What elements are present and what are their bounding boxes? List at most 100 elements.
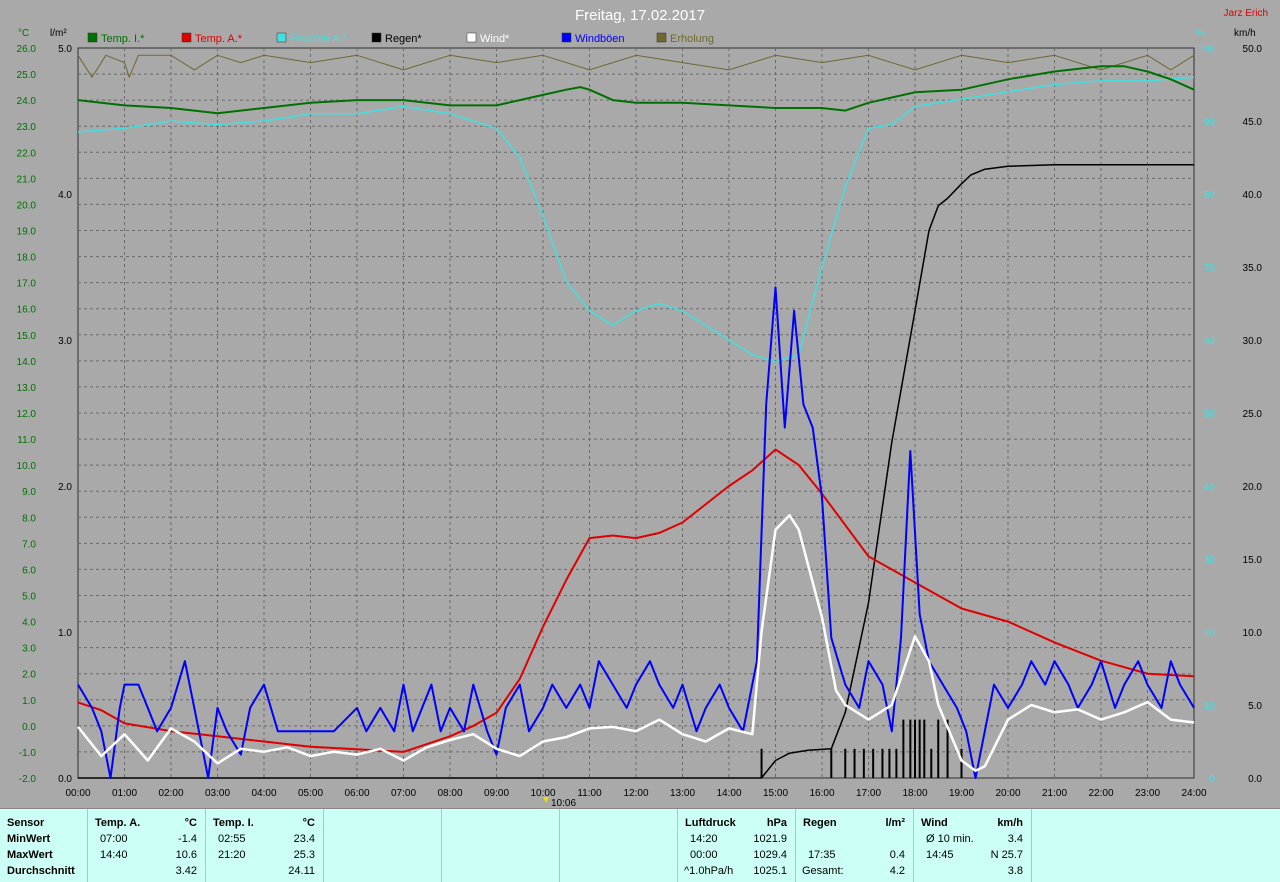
temp-a-column: Temp. A. °C 07:00 -1.4 14:40 10.6 3.42 bbox=[88, 809, 206, 882]
legend-label: Regen* bbox=[385, 33, 422, 45]
left-unit-rain: l/m² bbox=[50, 28, 67, 39]
rain-unit: l/m² bbox=[885, 817, 905, 829]
temp-i-min-value: 23.4 bbox=[293, 833, 315, 845]
rain-tick-label: 5.0 bbox=[58, 44, 72, 55]
legend-swatch bbox=[276, 32, 287, 43]
empty-column-3 bbox=[560, 809, 678, 882]
x-tick-label: 13:00 bbox=[670, 788, 695, 799]
author-label: Jarz Erich bbox=[1224, 8, 1268, 19]
temp-i-unit: °C bbox=[302, 817, 315, 829]
legend-label: Wind* bbox=[480, 33, 510, 45]
pressure-column: Luftdruck hPa 14:20 1021.9 00:00 1029.4 … bbox=[678, 809, 796, 882]
rain-tick-label: 0.0 bbox=[58, 774, 72, 785]
rain-tick-label: 1.0 bbox=[58, 628, 72, 639]
humidity-tick-label: 30 bbox=[1204, 555, 1216, 566]
temp-tick-label: 9.0 bbox=[22, 487, 36, 498]
x-tick-label: 17:00 bbox=[856, 788, 881, 799]
temp-i-max-value: 25.3 bbox=[293, 849, 315, 861]
weather-chart: 26.0 25.0 24.0 23.0 22.0 21.0 20.0 19.0 18.0 17.0… bbox=[0, 0, 1280, 809]
temp-tick-label: 1.0 bbox=[22, 696, 36, 707]
temp-tick-label: 5.0 bbox=[22, 592, 36, 603]
sensor-header: Sensor bbox=[7, 817, 45, 829]
humidity-tick-label: 80 bbox=[1204, 190, 1216, 201]
humidity-tick-label: 0 bbox=[1209, 774, 1215, 785]
legend-swatch bbox=[371, 32, 382, 43]
rain-column: Regen l/m² 17:35 0.4 Gesamt: 4.2 bbox=[796, 809, 914, 882]
x-tick-label: 01:00 bbox=[112, 788, 137, 799]
temp-tick-label: 4.0 bbox=[22, 618, 36, 629]
wind-tick-label: 25.0 bbox=[1243, 409, 1263, 420]
x-tick-label: 24:00 bbox=[1181, 788, 1206, 799]
humidity-tick-label: 100 bbox=[1198, 44, 1215, 55]
rain-tick-label: 2.0 bbox=[58, 482, 72, 493]
wind-column: Wind km/h Ø 10 min. 3.4 14:45 N 25.7 3.8 bbox=[914, 809, 1032, 882]
wind-tick-label: 0.0 bbox=[1248, 774, 1262, 785]
humidity-tick-label: 40 bbox=[1204, 482, 1216, 493]
x-tick-label: 00:00 bbox=[65, 788, 90, 799]
empty-column-1 bbox=[324, 809, 442, 882]
rain-total-value: 4.2 bbox=[889, 865, 905, 877]
empty-column-2 bbox=[442, 809, 560, 882]
humidity-tick-label: 70 bbox=[1204, 263, 1216, 274]
x-tick-label: 22:00 bbox=[1088, 788, 1113, 799]
temp-tick-label: -1.0 bbox=[19, 748, 37, 759]
x-tick-label: 12:00 bbox=[623, 788, 648, 799]
temp-tick-label: 16.0 bbox=[17, 305, 37, 316]
temp-tick-label: 18.0 bbox=[17, 253, 37, 264]
x-tick-label: 03:00 bbox=[205, 788, 230, 799]
rain-total-label: Gesamt: bbox=[802, 865, 844, 877]
x-tick-label: 04:00 bbox=[251, 788, 276, 799]
statistics-panel: Sensor MinWert MaxWert Durchschnitt Temp… bbox=[0, 808, 1280, 882]
pressure-trend: ^1.0hPa/h bbox=[684, 865, 734, 877]
temp-tick-label: 19.0 bbox=[17, 227, 37, 238]
right-unit-wind: km/h bbox=[1234, 28, 1256, 39]
wind-tick-label: 10.0 bbox=[1243, 628, 1263, 639]
x-tick-label: 08:00 bbox=[437, 788, 462, 799]
humidity-tick-label: 90 bbox=[1204, 117, 1216, 128]
rain-tick-label: 3.0 bbox=[58, 336, 72, 347]
x-tick-label: 19:00 bbox=[949, 788, 974, 799]
legend-label: Temp. I.* bbox=[101, 33, 145, 45]
wind-tick-label: 30.0 bbox=[1243, 336, 1263, 347]
left-unit-temp: °C bbox=[18, 28, 29, 39]
time-marker-icon bbox=[543, 797, 549, 803]
temp-a-avg-value: 3.42 bbox=[175, 865, 197, 877]
pressure-max-time: 00:00 bbox=[690, 849, 718, 861]
right-unit-humidity: % bbox=[1196, 28, 1205, 39]
wind-avg10-value: 3.4 bbox=[1007, 833, 1023, 845]
wind-max-time: 14:45 bbox=[926, 849, 954, 861]
rain-tick-label: 4.0 bbox=[58, 190, 72, 201]
temp-tick-label: -2.0 bbox=[19, 774, 37, 785]
x-tick-label: 09:00 bbox=[484, 788, 509, 799]
x-tick-label: 20:00 bbox=[995, 788, 1020, 799]
temp-a-unit: °C bbox=[184, 817, 197, 829]
temp-tick-label: 2.0 bbox=[22, 670, 36, 681]
temp-tick-label: 25.0 bbox=[17, 70, 37, 81]
temp-i-min-time: 02:55 bbox=[218, 833, 246, 845]
rain-max-value: 0.4 bbox=[889, 849, 905, 861]
wind-tick-label: 35.0 bbox=[1243, 263, 1263, 274]
row-label-avg: Durchschnitt bbox=[7, 865, 75, 877]
temp-a-min-value: -1.4 bbox=[178, 833, 197, 845]
humidity-tick-label: 20 bbox=[1204, 628, 1216, 639]
wind-tick-label: 40.0 bbox=[1243, 190, 1263, 201]
legend-swatch bbox=[466, 32, 477, 43]
x-tick-label: 02:00 bbox=[158, 788, 183, 799]
x-tick-label: 15:00 bbox=[763, 788, 788, 799]
wind-unit: km/h bbox=[997, 817, 1023, 829]
sensor-column: Sensor MinWert MaxWert Durchschnitt bbox=[0, 809, 88, 882]
legend-label: Feuchte A.* bbox=[290, 33, 348, 45]
temp-a-max-value: 10.6 bbox=[175, 849, 197, 861]
temp-tick-label: 17.0 bbox=[17, 279, 37, 290]
x-tick-label: 11:00 bbox=[577, 788, 602, 799]
temp-tick-label: 7.0 bbox=[22, 539, 36, 550]
wind-tick-label: 15.0 bbox=[1243, 555, 1263, 566]
chart-title: Freitag, 17.02.2017 bbox=[575, 7, 705, 24]
pressure-unit: hPa bbox=[766, 817, 787, 829]
legend-label: Erholung bbox=[670, 33, 714, 45]
wind-header: Wind bbox=[921, 817, 948, 829]
temp-tick-label: 3.0 bbox=[22, 644, 36, 655]
rain-max-time: 17:35 bbox=[808, 849, 836, 861]
pressure-avg-value: 1025.1 bbox=[753, 865, 787, 877]
temp-i-max-time: 21:20 bbox=[218, 849, 246, 861]
